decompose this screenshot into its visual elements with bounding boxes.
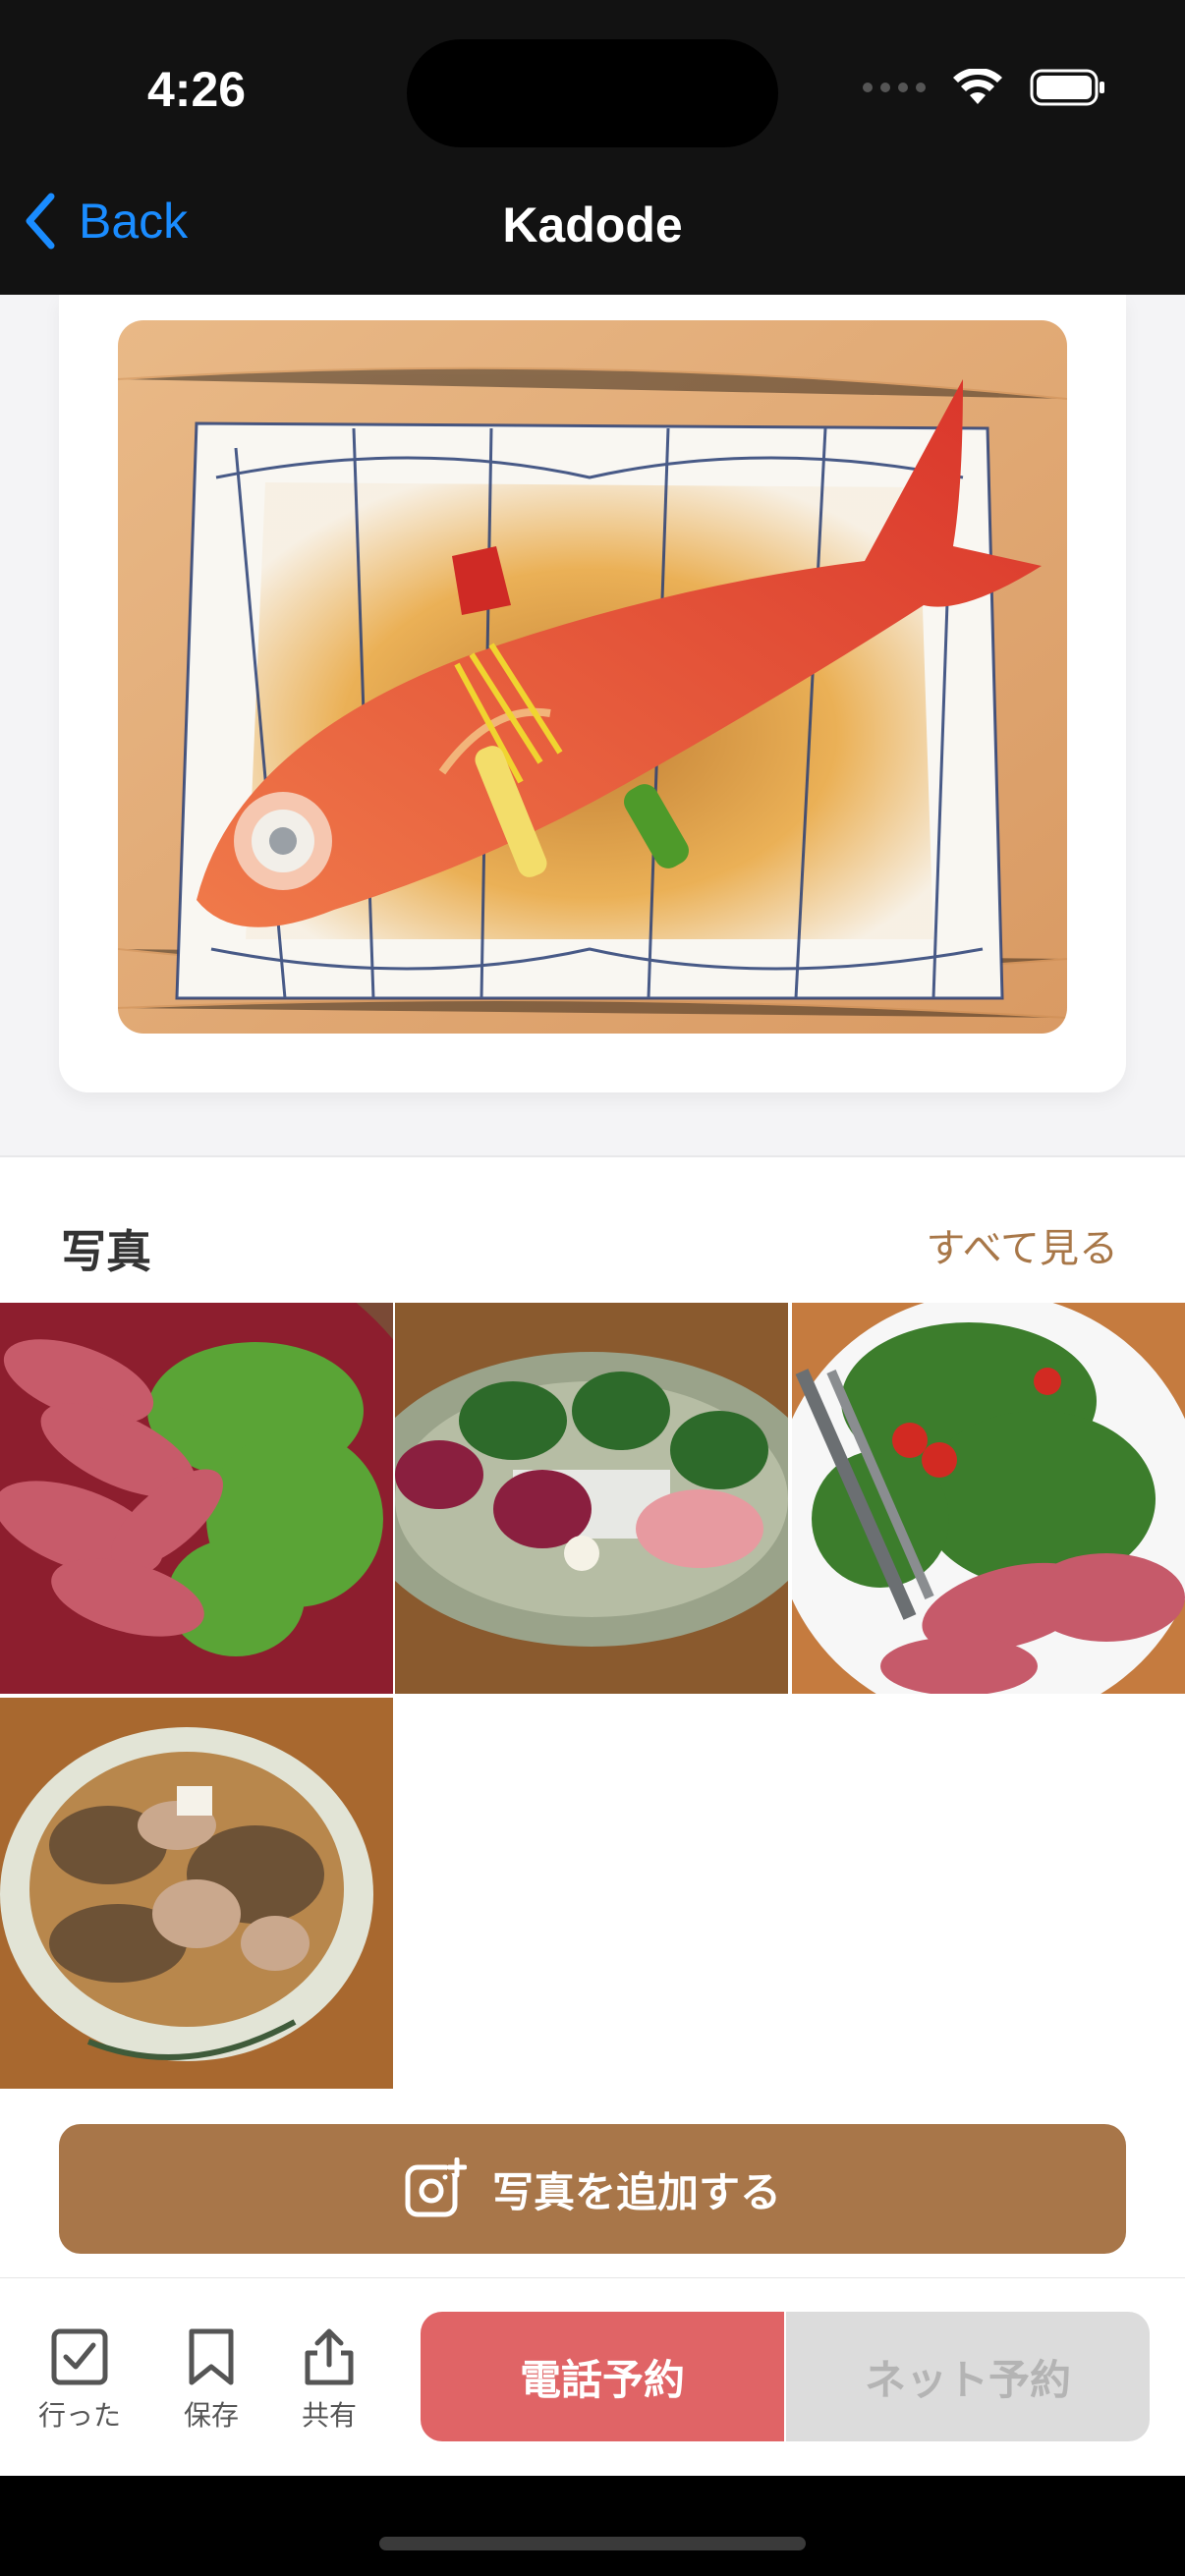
phone-reserve-button[interactable]: 電話予約 [421,2312,784,2441]
photo-nikomi-stew [0,1698,393,2089]
photo-thumb[interactable] [0,1303,393,1694]
status-icons [863,69,1106,106]
photo-salad-tongs [792,1303,1185,1694]
checkbox-icon [51,2328,108,2385]
home-indicator-area [0,2476,1185,2576]
photo-roast-beef-salad [0,1303,393,1694]
back-label: Back [79,194,189,249]
add-photo-label: 写真を追加する [491,2167,781,2216]
share-label: 共有 [301,2399,357,2432]
hero-photo[interactable] [118,320,1067,1034]
photos-section-title: 写真 [61,1225,151,1278]
status-time: 4:26 [147,62,247,117]
visited-button[interactable]: 行った [26,2327,134,2434]
back-button[interactable]: Back [24,193,188,250]
home-indicator[interactable] [379,2537,806,2550]
photo-sashimi-platter [395,1303,788,1694]
hero-card [59,295,1126,1092]
net-reserve-button[interactable]: ネット予約 [786,2312,1150,2441]
add-photo-button[interactable]: 写真を追加する [59,2124,1126,2254]
cellular-signal-icon [863,83,926,92]
wifi-icon [953,69,1002,104]
see-all-link[interactable]: すべて見る [926,1216,1118,1273]
share-button[interactable]: 共有 [275,2327,383,2434]
battery-icon [1030,69,1104,106]
bookmark-icon [189,2328,234,2385]
photo-thumb[interactable] [0,1698,393,2089]
bottom-action-bar: 行った 保存 共有 電話予約 ネット予約 [0,2277,1185,2476]
top-bar: 4:26 Kadode Back [0,0,1185,295]
chevron-left-icon [26,193,55,250]
share-icon [305,2328,354,2385]
add-photo-icon [405,2157,467,2217]
visited-label: 行った [37,2399,121,2432]
save-button[interactable]: 保存 [157,2327,265,2434]
hero-photo-image [118,320,1067,1034]
photo-thumb[interactable] [395,1303,788,1694]
dynamic-island [407,39,778,147]
photos-section: 写真 すべて見る [0,1157,1185,2277]
save-label: 保存 [183,2399,239,2432]
photo-thumb[interactable] [792,1303,1185,1694]
